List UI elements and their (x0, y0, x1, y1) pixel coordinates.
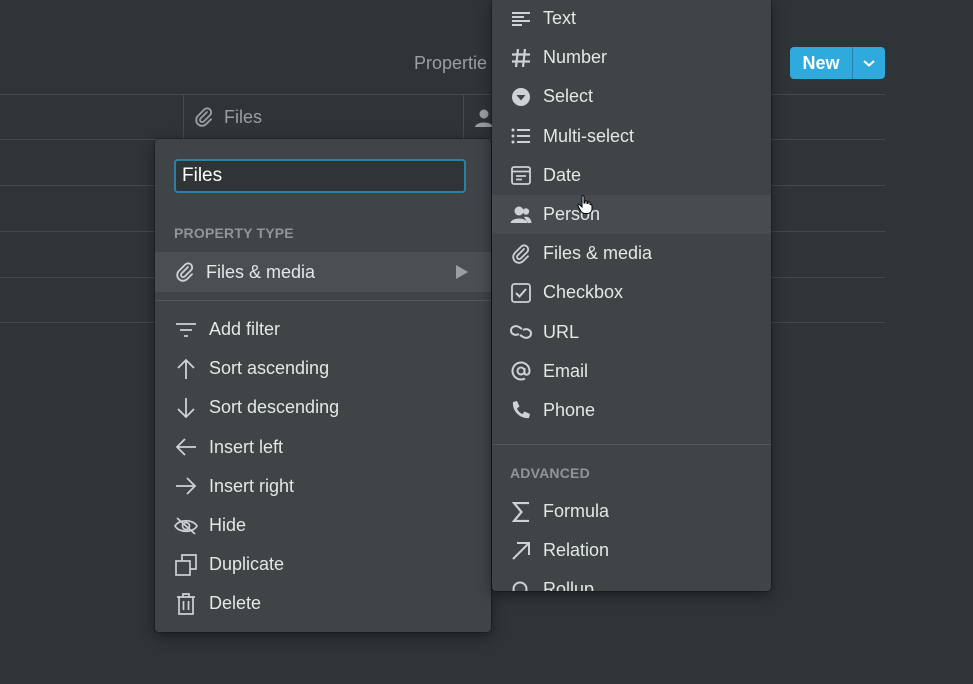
paperclip-icon (510, 243, 532, 265)
new-button-label[interactable]: New (790, 53, 852, 74)
column-divider (463, 94, 464, 139)
type-date-item[interactable]: Date (492, 156, 771, 195)
text-icon (510, 11, 532, 27)
property-type-submenu: Text Number Select Multi-select Date Per… (492, 0, 771, 591)
type-email-label: Email (543, 360, 589, 381)
arrow-up-right-icon (510, 541, 532, 561)
table-row-border (0, 277, 155, 278)
type-checkbox-label: Checkbox (543, 282, 624, 303)
search-icon (510, 580, 532, 591)
column-divider (183, 94, 184, 139)
paperclip-icon (174, 261, 196, 283)
properties-button[interactable]: Propertie (414, 53, 487, 74)
type-multi-select-item[interactable]: Multi-select (492, 117, 771, 156)
duplicate-icon (174, 553, 198, 576)
add-filter-label: Add filter (209, 319, 281, 340)
property-type-section-label: PROPERTY TYPE (174, 225, 294, 241)
type-select-label: Select (543, 86, 594, 107)
menu-divider (492, 444, 771, 445)
property-actions-list: Add filter Sort ascending Sort descendin… (155, 310, 491, 624)
delete-label: Delete (209, 593, 262, 614)
arrow-right-icon (174, 477, 198, 495)
menu-divider (155, 300, 491, 301)
arrow-left-icon (174, 438, 198, 456)
trash-icon (174, 593, 198, 615)
arrow-down-icon (174, 397, 198, 419)
property-type-selector[interactable]: Files & media (155, 252, 491, 292)
type-formula-label: Formula (543, 501, 610, 522)
type-text-label: Text (543, 8, 577, 29)
type-files-media-item[interactable]: Files & media (492, 234, 771, 273)
filter-icon (174, 322, 198, 338)
type-select-item[interactable]: Select (492, 77, 771, 116)
arrow-up-icon (174, 358, 198, 380)
paperclip-icon (194, 106, 214, 128)
type-date-label: Date (543, 164, 582, 185)
person-icon (510, 205, 532, 225)
basic-types-list: Text Number Select Multi-select Date Per… (492, 0, 771, 430)
property-name-input[interactable] (174, 159, 466, 193)
insert-left-label: Insert left (209, 436, 284, 457)
duplicate-label: Duplicate (209, 554, 285, 575)
type-text-item[interactable]: Text (492, 0, 771, 38)
link-icon (510, 323, 532, 341)
table-row-border (771, 277, 885, 278)
hand-cursor-icon (577, 195, 593, 220)
type-checkbox-item[interactable]: Checkbox (492, 273, 771, 312)
calendar-icon (510, 165, 532, 186)
type-relation-label: Relation (543, 540, 610, 561)
type-phone-item[interactable]: Phone (492, 391, 771, 430)
at-icon (510, 361, 532, 381)
sort-ascending-label: Sort ascending (209, 358, 330, 379)
person-icon (474, 108, 494, 133)
list-icon (510, 128, 532, 144)
type-rollup-label: Rollup (543, 579, 595, 591)
type-formula-item[interactable]: Formula (492, 492, 771, 531)
table-row-border (0, 231, 155, 232)
delete-item[interactable]: Delete (155, 584, 491, 623)
table-row-border (0, 322, 155, 323)
table-row-border (771, 231, 885, 232)
sigma-icon (510, 501, 532, 522)
add-filter-item[interactable]: Add filter (155, 310, 491, 349)
column-header-label: Files (224, 106, 263, 127)
eye-off-icon (174, 516, 198, 536)
property-menu: PROPERTY TYPE Files & media Add filter S… (155, 139, 491, 632)
type-number-label: Number (543, 47, 608, 68)
type-url-label: URL (543, 321, 580, 342)
select-icon (510, 87, 532, 107)
type-number-item[interactable]: Number (492, 38, 771, 77)
advanced-types-list: Formula Relation Rollup (492, 492, 771, 591)
table-row-border (771, 322, 885, 323)
insert-right-label: Insert right (209, 475, 295, 496)
caret-right-icon (455, 264, 469, 285)
sort-descending-item[interactable]: Sort descending (155, 388, 491, 427)
hash-icon (510, 48, 532, 68)
type-relation-item[interactable]: Relation (492, 531, 771, 570)
table-row-border (771, 185, 885, 186)
hide-label: Hide (209, 515, 247, 536)
property-type-label: Files & media (206, 261, 316, 282)
advanced-section-label: ADVANCED (510, 465, 590, 481)
sort-ascending-item[interactable]: Sort ascending (155, 349, 491, 388)
type-phone-label: Phone (543, 399, 596, 420)
type-person-item[interactable]: Person (492, 194, 771, 235)
duplicate-item[interactable]: Duplicate (155, 545, 491, 584)
chevron-down-icon[interactable] (853, 58, 885, 68)
hide-item[interactable]: Hide (155, 506, 491, 545)
type-files-media-label: Files & media (543, 243, 653, 264)
sort-descending-label: Sort descending (209, 397, 340, 418)
insert-left-item[interactable]: Insert left (155, 428, 491, 467)
type-url-item[interactable]: URL (492, 313, 771, 352)
insert-right-item[interactable]: Insert right (155, 467, 491, 506)
column-header-files[interactable]: Files (194, 106, 262, 128)
type-email-item[interactable]: Email (492, 352, 771, 391)
phone-icon (510, 400, 532, 420)
type-rollup-item[interactable]: Rollup (492, 570, 771, 591)
checkbox-icon (510, 283, 532, 303)
type-multi-select-label: Multi-select (543, 125, 635, 146)
new-button[interactable]: New (790, 47, 885, 79)
table-row-border (0, 185, 155, 186)
